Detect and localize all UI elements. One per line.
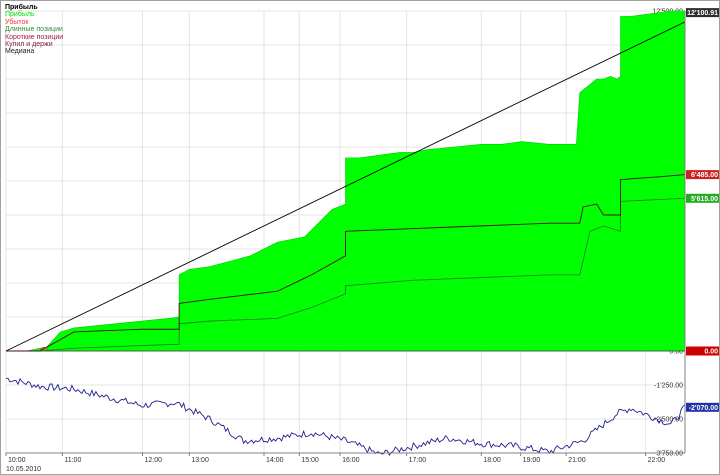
x-tick-label: 21:00 (568, 457, 586, 464)
legend-item-loss: Убыток (5, 18, 29, 26)
zero-value-badge-text: 0.00 (704, 349, 718, 356)
legend-item-median: Медиана (5, 48, 35, 56)
legend-item-profit: Прибыль (5, 11, 35, 19)
x-tick-label: 17:00 (409, 457, 427, 464)
x-tick-label: 12:00 (144, 457, 162, 464)
x-tick-label: 18:00 (483, 457, 501, 464)
x-tick-label: 19:00 (523, 457, 541, 464)
legend-item-buyhold: Купил и держи (5, 41, 53, 49)
y-tick-label: -1'250.00 (654, 383, 683, 390)
median-value-badge: 6'485.00 (686, 170, 719, 180)
drawdown-value-badge: -2'070.00 (686, 402, 719, 412)
x-tick-label: 16:00 (342, 457, 360, 464)
legend-item-short: Короткие позиции (5, 33, 64, 41)
x-tick-label: 14:00 (266, 457, 284, 464)
x-tick-label: 22:00 (648, 457, 666, 464)
max-value-badge-text: 12'100.91 (687, 10, 718, 17)
x-tick-label: 13:00 (191, 457, 209, 464)
max-value-badge: 12'100.91 (686, 8, 719, 18)
x-tick-label: 10:00 (8, 457, 26, 464)
legend-item-long: Длинные позиции (5, 26, 63, 34)
median-value-badge-text: 6'485.00 (691, 172, 718, 179)
y-tick-label: -3'750.00 (654, 451, 683, 458)
short-value-badge-text: 5'615.00 (691, 196, 718, 203)
short-value-badge: 5'615.00 (686, 193, 719, 203)
x-tick-label: 15:00 (301, 457, 319, 464)
chart-frame: 10:00 11:00 12:00 13:00 14:00 15:00 16:00 17:00… (0, 0, 720, 475)
x-tick-label: 11:00 (64, 457, 81, 464)
legend: Прибыль Прибыль Убыток Длинные позиции К… (5, 4, 63, 56)
drawdown-value-badge-text: -2'070.00 (689, 405, 718, 412)
zero-value-badge: 0.00 (686, 346, 719, 356)
date-label: 10.05.2010 (6, 466, 41, 473)
chart-canvas: 10:00 11:00 12:00 13:00 14:00 15:00 16:00 17:00… (5, 8, 719, 473)
